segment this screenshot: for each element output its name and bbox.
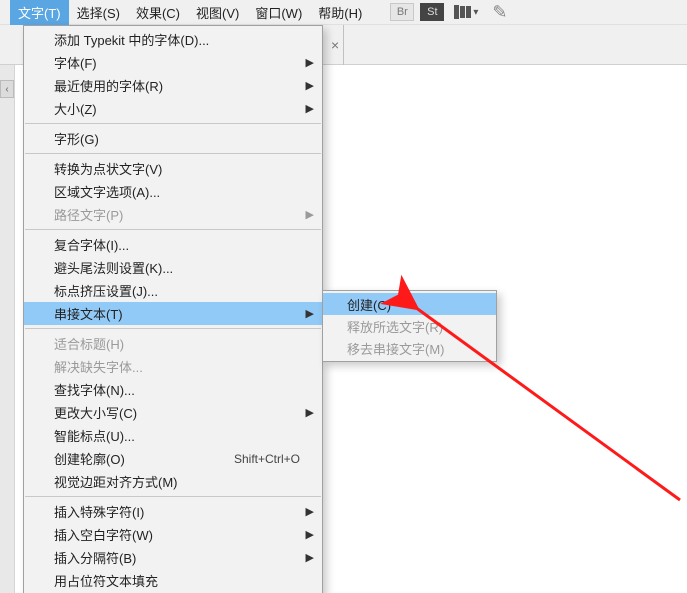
menubar: 文字(T) 选择(S) 效果(C) 视图(V) 窗口(W) 帮助(H) Br S… <box>0 0 687 25</box>
menuitem-path-type: 路径文字(P) ▶ <box>24 203 322 226</box>
submenu-arrow-icon: ▶ <box>306 79 314 92</box>
submenu-create[interactable]: 创建(C) <box>323 293 496 315</box>
menuitem-shortcut: Shift+Ctrl+O <box>234 452 300 466</box>
menuitem-label: 查找字体(N)... <box>54 380 300 399</box>
threaded-text-submenu: 创建(C) 释放所选文字(R) 移去串接文字(M) <box>322 290 497 362</box>
submenu-arrow-icon: ▶ <box>306 208 314 221</box>
menuitem-label: 复合字体(I)... <box>54 235 300 254</box>
menuitem-label: 用占位符文本填充 <box>54 571 300 590</box>
chevron-down-icon[interactable]: ▾ <box>473 7 478 18</box>
submenu-arrow-icon: ▶ <box>306 551 314 564</box>
ruler-strip <box>0 65 15 593</box>
menuitem-label: 视觉边距对齐方式(M) <box>54 472 300 491</box>
menuitem-fill-placeholder-text[interactable]: 用占位符文本填充 <box>24 569 322 592</box>
menu-text[interactable]: 文字(T) <box>10 0 69 25</box>
menu-window[interactable]: 窗口(W) <box>247 0 310 25</box>
menu-label: 效果(C) <box>136 6 180 21</box>
icon-label: Br <box>397 6 408 18</box>
bridge-icon[interactable]: Br <box>390 3 414 21</box>
menuitem-label: 避头尾法则设置(K)... <box>54 258 300 277</box>
submenu-arrow-icon: ▶ <box>306 102 314 115</box>
menuitem-label: 字形(G) <box>54 129 300 148</box>
stock-icon[interactable]: St <box>420 3 444 21</box>
menu-label: 文字(T) <box>18 6 61 21</box>
menuitem-label: 字体(F) <box>54 53 300 72</box>
menu-view[interactable]: 视图(V) <box>188 0 247 25</box>
menuitem-glyphs[interactable]: 字形(G) <box>24 127 322 150</box>
menuitem-label: 转换为点状文字(V) <box>54 159 300 178</box>
divider <box>343 25 344 65</box>
submenu-arrow-icon: ▶ <box>306 56 314 69</box>
menu-separator <box>25 328 321 329</box>
menuitem-optical-margin-alignment[interactable]: 视觉边距对齐方式(M) <box>24 470 322 493</box>
menu-label: 选择(S) <box>77 6 120 21</box>
menuitem-label: 插入分隔符(B) <box>54 548 300 567</box>
menuitem-add-typekit-fonts[interactable]: 添加 Typekit 中的字体(D)... <box>24 28 322 51</box>
menuitem-composite-fonts[interactable]: 复合字体(I)... <box>24 233 322 256</box>
close-tab-icon[interactable]: × <box>331 37 339 53</box>
menuitem-label: 串接文本(T) <box>54 304 300 323</box>
menuitem-label: 标点挤压设置(J)... <box>54 281 300 300</box>
menuitem-font[interactable]: 字体(F) ▶ <box>24 51 322 74</box>
menuitem-area-type-options[interactable]: 区域文字选项(A)... <box>24 180 322 203</box>
menuitem-size[interactable]: 大小(Z) ▶ <box>24 97 322 120</box>
menuitem-smart-punctuation[interactable]: 智能标点(U)... <box>24 424 322 447</box>
menuitem-label: 插入空白字符(W) <box>54 525 300 544</box>
layout-bar <box>460 6 465 18</box>
menuitem-label: 路径文字(P) <box>54 205 300 224</box>
menuitem-find-font[interactable]: 查找字体(N)... <box>24 378 322 401</box>
menu-select[interactable]: 选择(S) <box>69 0 128 25</box>
menuitem-resolve-missing-fonts: 解决缺失字体... <box>24 355 322 378</box>
menuitem-mojikumi-settings[interactable]: 标点挤压设置(J)... <box>24 279 322 302</box>
menuitem-insert-whitespace-char[interactable]: 插入空白字符(W) ▶ <box>24 523 322 546</box>
menuitem-fit-headline: 适合标题(H) <box>24 332 322 355</box>
menu-separator <box>25 123 321 124</box>
menuitem-insert-special-char[interactable]: 插入特殊字符(I) ▶ <box>24 500 322 523</box>
menu-label: 窗口(W) <box>255 6 302 21</box>
submenu-label: 移去串接文字(M) <box>347 339 445 358</box>
menuitem-label: 更改大小写(C) <box>54 403 300 422</box>
menuitem-label: 大小(Z) <box>54 99 300 118</box>
icon-label: St <box>427 6 437 18</box>
submenu-arrow-icon: ▶ <box>306 406 314 419</box>
menu-effect[interactable]: 效果(C) <box>128 0 188 25</box>
menu-label: 帮助(H) <box>318 6 362 21</box>
menuitem-label: 区域文字选项(A)... <box>54 182 300 201</box>
menuitem-label: 最近使用的字体(R) <box>54 76 300 95</box>
collapse-tab-icon[interactable]: ‹ <box>0 80 14 98</box>
menuitem-threaded-text[interactable]: 串接文本(T) ▶ <box>24 302 322 325</box>
feather-icon[interactable]: ✎ <box>492 2 507 23</box>
menu-label: 视图(V) <box>196 6 239 21</box>
menuitem-label: 插入特殊字符(I) <box>54 502 300 521</box>
layout-bar <box>466 6 471 18</box>
menu-separator <box>25 229 321 230</box>
submenu-arrow-icon: ▶ <box>306 528 314 541</box>
menuitem-label: 解决缺失字体... <box>54 357 300 376</box>
layout-bar <box>454 5 459 19</box>
submenu-label: 创建(C) <box>347 295 391 314</box>
workspace-layout-icon[interactable] <box>454 5 471 19</box>
menuitem-create-outlines[interactable]: 创建轮廓(O)Shift+Ctrl+O <box>24 447 322 470</box>
menu-separator <box>25 496 321 497</box>
text-menu-dropdown: 添加 Typekit 中的字体(D)... 字体(F) ▶ 最近使用的字体(R) ▶… <box>23 25 323 593</box>
submenu-arrow-icon: ▶ <box>306 307 314 320</box>
submenu-label: 释放所选文字(R) <box>347 317 443 336</box>
menuitem-label: 添加 Typekit 中的字体(D)... <box>54 30 300 49</box>
menu-separator <box>25 153 321 154</box>
menuitem-insert-break-char[interactable]: 插入分隔符(B) ▶ <box>24 546 322 569</box>
menuitem-label: 适合标题(H) <box>54 334 300 353</box>
submenu-arrow-icon: ▶ <box>306 505 314 518</box>
menuitem-change-case[interactable]: 更改大小写(C) ▶ <box>24 401 322 424</box>
menuitem-convert-point-type[interactable]: 转换为点状文字(V) <box>24 157 322 180</box>
submenu-remove-threading: 移去串接文字(M) <box>323 337 496 359</box>
menu-help[interactable]: 帮助(H) <box>310 0 370 25</box>
menuitem-label: 智能标点(U)... <box>54 426 300 445</box>
menuitem-recent-fonts[interactable]: 最近使用的字体(R) ▶ <box>24 74 322 97</box>
menuitem-label: 创建轮廓(O) <box>54 449 234 468</box>
menuitem-kinsoku-settings[interactable]: 避头尾法则设置(K)... <box>24 256 322 279</box>
submenu-release-selection: 释放所选文字(R) <box>323 315 496 337</box>
